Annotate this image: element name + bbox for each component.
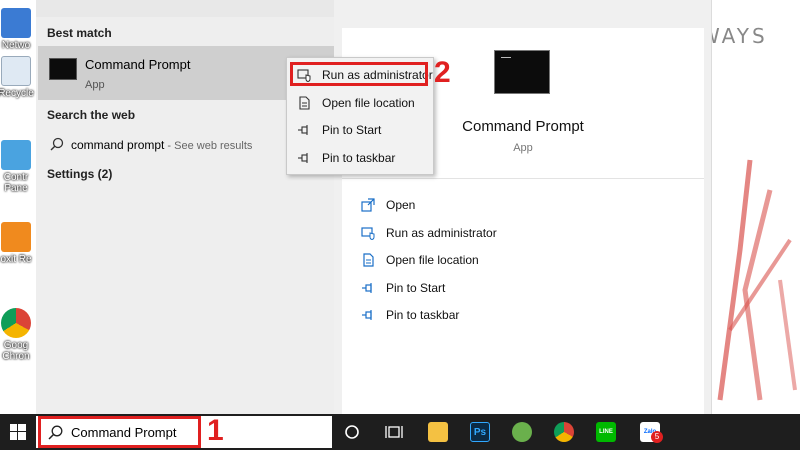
taskbar-corel[interactable] — [504, 414, 540, 450]
chrome-icon — [1, 308, 31, 338]
search-input[interactable]: Command Prompt — [71, 425, 176, 440]
settings-header[interactable]: Settings (2) — [47, 167, 112, 181]
desktop-icon-recycle-bin[interactable]: Recycle — [0, 56, 38, 99]
taskbar-chrome[interactable] — [546, 414, 582, 450]
web-query-text: command prompt — [71, 138, 165, 152]
desktop-icon-foxit-reader[interactable]: oxit Re — [0, 222, 38, 265]
start-button[interactable] — [0, 414, 36, 450]
divider — [342, 178, 704, 179]
menu-item-pin-to-start[interactable]: Pin to Start — [287, 118, 433, 142]
shield-icon — [296, 67, 312, 83]
shield-icon — [360, 225, 376, 241]
context-menu: Run as administrator Open file location … — [286, 57, 434, 175]
command-prompt-icon — [49, 58, 77, 80]
desktop-icon-network[interactable]: Netwo — [0, 8, 38, 51]
pin-icon — [360, 307, 376, 323]
open-icon — [360, 197, 376, 213]
action-open-file-location[interactable]: Open file location — [360, 249, 660, 271]
notification-badge: 5 — [651, 431, 663, 443]
best-match-subtitle: App — [85, 79, 105, 91]
search-icon — [50, 137, 64, 151]
file-location-icon — [360, 252, 376, 268]
wallpaper-art — [717, 159, 797, 401]
file-location-icon — [296, 95, 312, 111]
step-2-label: 2 — [434, 56, 451, 89]
corel-icon — [512, 422, 532, 442]
pin-icon — [360, 280, 376, 296]
menu-item-pin-to-taskbar[interactable]: Pin to taskbar — [287, 146, 433, 170]
desktop-icon-control-panel[interactable]: Contr Pane — [0, 140, 38, 194]
taskbar: Command Prompt Ps LINE Zalo 5 — [0, 414, 800, 450]
taskbar-photoshop[interactable]: Ps — [462, 414, 498, 450]
pin-icon — [296, 150, 312, 166]
chrome-icon — [554, 422, 574, 442]
pin-icon — [296, 122, 312, 138]
taskbar-zalo[interactable]: Zalo 5 — [632, 414, 668, 450]
foxit-pdf-icon — [1, 222, 31, 252]
photoshop-icon: Ps — [470, 422, 490, 442]
network-icon — [1, 8, 31, 38]
web-query-suffix: - See web results — [164, 140, 253, 152]
control-panel-icon — [1, 140, 31, 170]
best-match-title: Command Prompt — [85, 57, 191, 72]
action-open[interactable]: Open — [360, 194, 660, 216]
windows-logo-icon — [10, 424, 26, 440]
best-match-header: Best match — [47, 26, 112, 40]
taskbar-file-explorer[interactable] — [420, 414, 456, 450]
action-pin-to-taskbar[interactable]: Pin to taskbar — [360, 304, 660, 326]
cortana-button[interactable] — [334, 414, 370, 450]
menu-item-open-file-location[interactable]: Open file location — [287, 91, 433, 115]
filter-bar — [36, 0, 334, 17]
step-1-label: 1 — [207, 414, 224, 447]
web-header: Search the web — [47, 108, 136, 122]
file-explorer-icon — [428, 422, 448, 442]
action-pin-to-start[interactable]: Pin to Start — [360, 277, 660, 299]
task-view-button[interactable] — [376, 414, 412, 450]
action-run-as-administrator[interactable]: Run as administrator — [360, 222, 660, 244]
recycle-bin-icon — [1, 56, 31, 86]
task-view-icon — [385, 426, 403, 438]
search-icon — [48, 425, 63, 440]
cortana-icon — [345, 425, 359, 439]
taskbar-line[interactable]: LINE — [588, 414, 624, 450]
line-icon: LINE — [596, 422, 616, 442]
desktop-icon-google-chrome[interactable]: Goog Chron — [0, 308, 38, 362]
taskbar-search-box[interactable]: Command Prompt — [36, 416, 332, 448]
menu-item-run-as-administrator[interactable]: Run as administrator — [287, 63, 433, 87]
command-prompt-large-icon — [494, 50, 550, 94]
